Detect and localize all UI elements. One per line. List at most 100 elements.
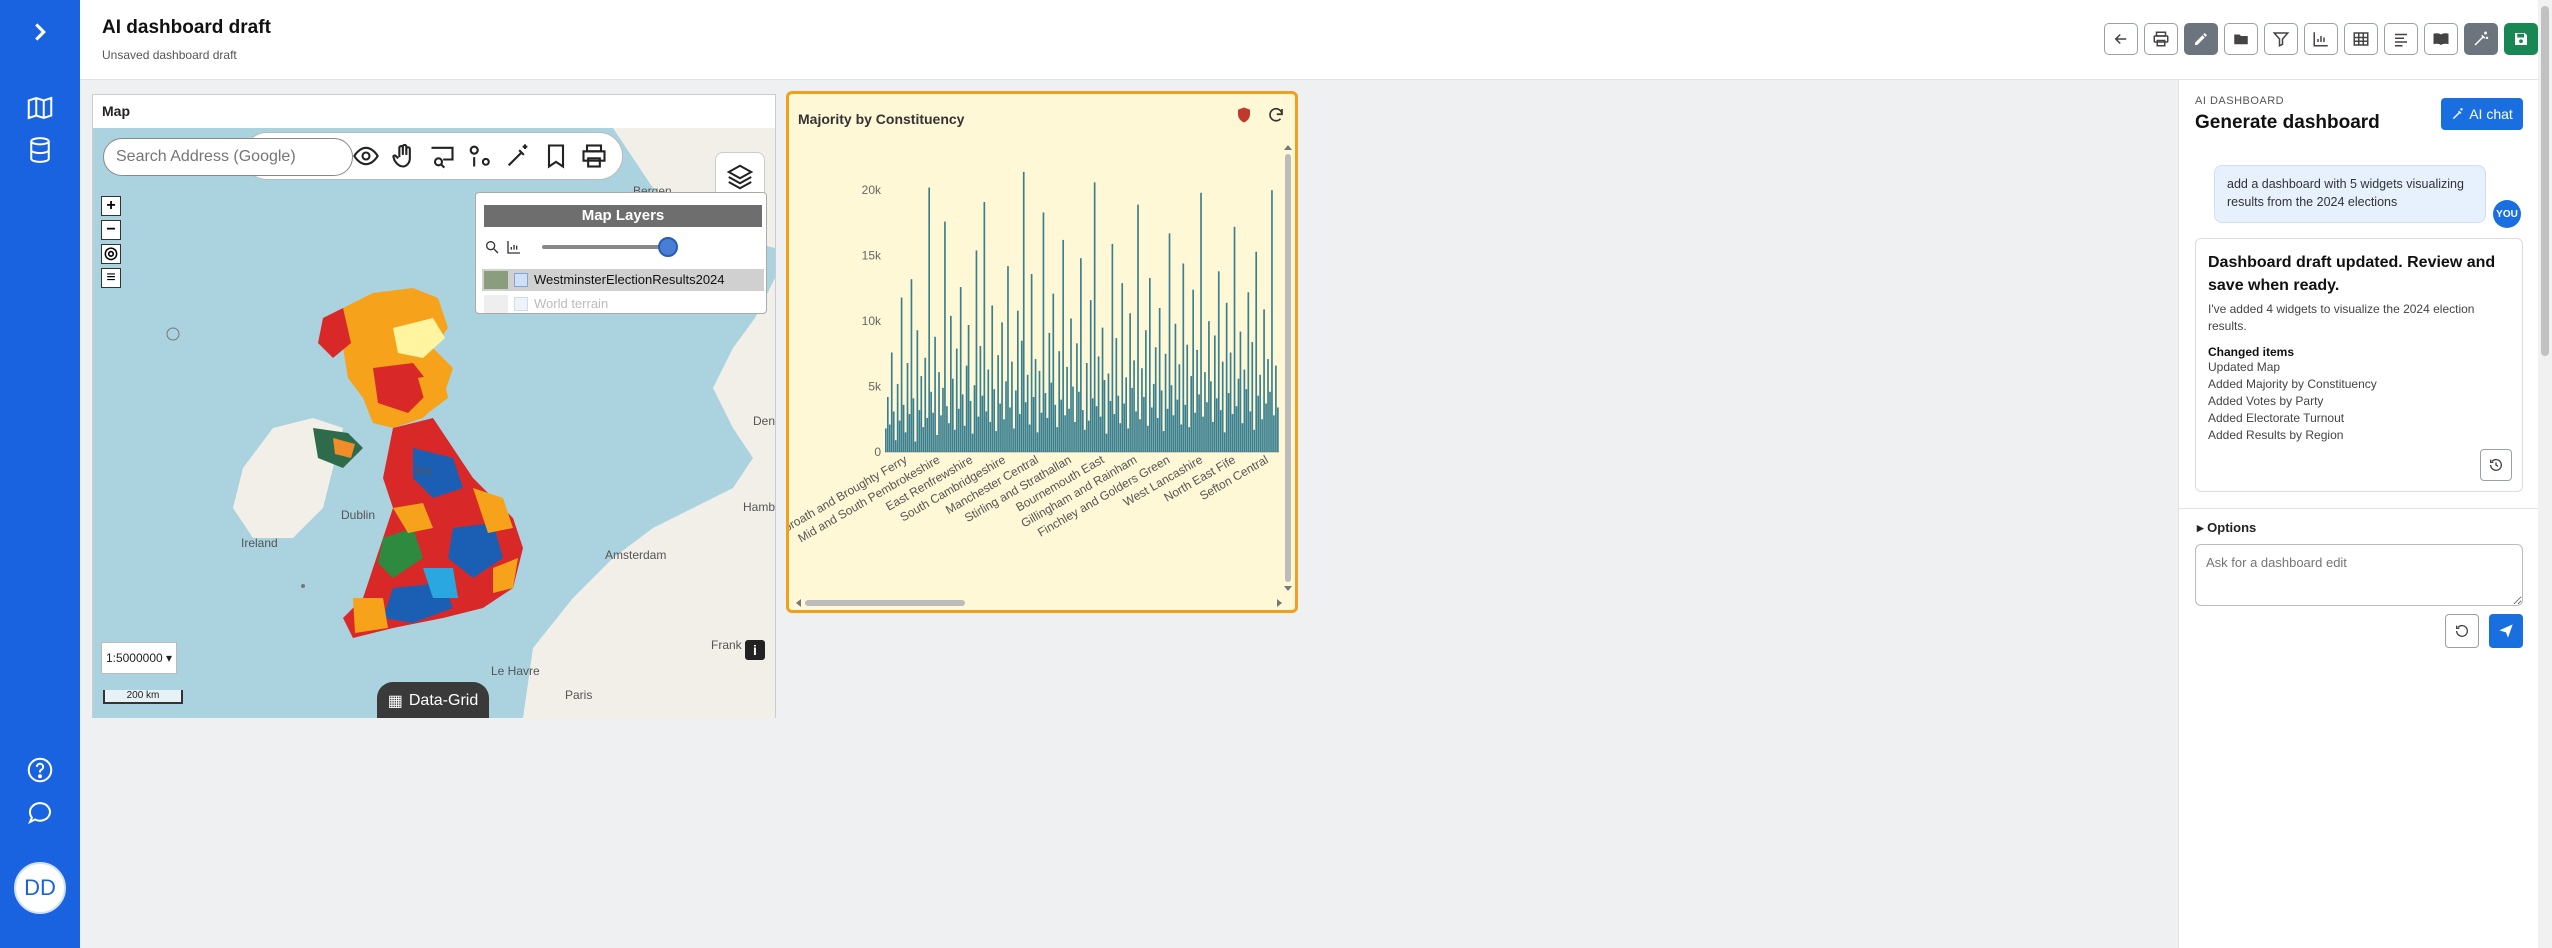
chart-bar[interactable] xyxy=(1044,393,1047,452)
chart-bar[interactable] xyxy=(1145,330,1147,452)
chart-bar[interactable] xyxy=(989,421,992,452)
chart-bar[interactable] xyxy=(1259,374,1261,452)
chart-bar[interactable] xyxy=(914,441,917,452)
chart-bar[interactable] xyxy=(1148,277,1151,452)
chart-bar[interactable] xyxy=(900,297,903,452)
chart-bar[interactable] xyxy=(1123,403,1126,452)
eye-icon[interactable] xyxy=(352,142,380,170)
chart-bar[interactable] xyxy=(910,279,913,452)
route-pin-icon[interactable] xyxy=(466,142,494,170)
chart-bar[interactable] xyxy=(1253,429,1256,452)
opacity-slider[interactable] xyxy=(542,245,668,249)
chart-bar[interactable] xyxy=(993,389,996,452)
ai-wand-button[interactable] xyxy=(2464,23,2498,55)
data-grid-button[interactable]: ▦ Data-Grid xyxy=(377,682,489,718)
chart-bar[interactable] xyxy=(936,434,938,452)
layer-row[interactable]: World terrain xyxy=(482,293,764,315)
chart-bar[interactable] xyxy=(1277,407,1279,452)
page-scrollbar[interactable] xyxy=(2538,0,2552,948)
chart-bar[interactable] xyxy=(1113,414,1116,452)
chart-bar[interactable] xyxy=(934,336,936,452)
chart-bar[interactable] xyxy=(1020,340,1023,452)
chart-bar[interactable] xyxy=(1261,419,1263,452)
chart-bar[interactable] xyxy=(1271,190,1273,452)
chart-bar[interactable] xyxy=(1215,398,1218,452)
chart-bar[interactable] xyxy=(979,345,982,452)
chart-bar[interactable] xyxy=(1225,302,1228,452)
chart-bar[interactable] xyxy=(1192,289,1194,452)
chart-bar[interactable] xyxy=(1129,313,1131,452)
chart-bar[interactable] xyxy=(1141,368,1143,452)
chart-bar[interactable] xyxy=(890,352,893,452)
info-button[interactable]: i xyxy=(745,640,765,660)
revert-button[interactable] xyxy=(2480,449,2512,481)
chart-bar[interactable] xyxy=(1107,373,1110,452)
chart-bar[interactable] xyxy=(1056,427,1059,452)
chart-bar[interactable] xyxy=(1119,423,1122,452)
chart-bar[interactable] xyxy=(1204,372,1206,452)
chart-bar[interactable] xyxy=(1105,433,1108,452)
chart-bar[interactable] xyxy=(1190,376,1193,452)
chart-bar[interactable] xyxy=(1007,266,1009,452)
chart-bar[interactable] xyxy=(908,414,911,452)
chart-bar[interactable] xyxy=(924,357,927,452)
chart-bar[interactable] xyxy=(959,287,962,452)
chart-bar[interactable] xyxy=(1170,385,1173,452)
chart-bar[interactable] xyxy=(1217,271,1220,452)
chart-bar[interactable] xyxy=(1030,273,1033,452)
chart-bar[interactable] xyxy=(1269,391,1271,452)
zoom-in-button[interactable]: + xyxy=(101,196,121,216)
chart-bar[interactable] xyxy=(1206,402,1208,452)
back-button[interactable] xyxy=(2104,23,2138,55)
chart-bar[interactable] xyxy=(983,201,986,452)
chart-bar[interactable] xyxy=(1001,322,1003,452)
chart-bar[interactable] xyxy=(1233,226,1236,452)
reset-chat-button[interactable] xyxy=(2445,614,2479,648)
chart-bar[interactable] xyxy=(1135,411,1137,452)
chart-bar[interactable] xyxy=(1166,408,1169,452)
chart-bar[interactable] xyxy=(1182,263,1185,452)
chart-bar[interactable] xyxy=(892,411,895,452)
chart-bar[interactable] xyxy=(926,417,929,452)
chart-bar[interactable] xyxy=(1080,258,1082,452)
chart-widget[interactable]: Majority by Constituency 0 5k 10k 15k 20k Arb… xyxy=(786,91,1298,613)
chart-bar[interactable] xyxy=(1087,420,1090,452)
expand-chevron-icon[interactable] xyxy=(20,12,60,52)
chart-bar[interactable] xyxy=(918,410,921,452)
chart-bar[interactable] xyxy=(1074,421,1076,452)
chart-bar[interactable] xyxy=(1066,366,1068,452)
chart-bar[interactable] xyxy=(1180,424,1183,452)
send-button[interactable] xyxy=(2489,614,2523,648)
chart-bar[interactable] xyxy=(1099,416,1102,452)
chart-bar[interactable] xyxy=(1103,380,1106,452)
chart-bar[interactable] xyxy=(1160,390,1163,452)
chart-bar[interactable] xyxy=(885,428,887,452)
chart-bar[interactable] xyxy=(938,372,940,452)
chart-bar[interactable] xyxy=(1013,428,1015,452)
chart-bar[interactable] xyxy=(955,348,958,452)
chart-bar[interactable] xyxy=(1133,360,1135,452)
chart-bar[interactable] xyxy=(999,403,1001,452)
chart-bar[interactable] xyxy=(896,383,899,452)
chart-bar[interactable] xyxy=(1131,387,1133,452)
chart-bar[interactable] xyxy=(961,394,964,452)
search-layer-icon[interactable] xyxy=(428,142,456,170)
chart-bar[interactable] xyxy=(957,408,960,452)
chart-bar[interactable] xyxy=(1273,415,1275,452)
print-button[interactable] xyxy=(2144,23,2178,55)
chart-bar[interactable] xyxy=(951,378,954,452)
chart-bar[interactable] xyxy=(1070,318,1072,452)
map-widget[interactable]: Map Bergen Dublin Ireland Amsterdam Le H… xyxy=(92,94,776,718)
chart-bar[interactable] xyxy=(995,431,997,452)
chart-bar[interactable] xyxy=(1186,344,1189,452)
chart-bar[interactable] xyxy=(1158,308,1161,452)
chart-bar[interactable] xyxy=(1194,412,1196,452)
chart-bar[interactable] xyxy=(1162,431,1165,452)
chart-bar[interactable] xyxy=(1210,381,1212,452)
chart-button[interactable] xyxy=(2304,23,2338,55)
chart-bar[interactable] xyxy=(1032,397,1035,452)
chart-bar[interactable] xyxy=(1048,332,1051,452)
chart-bar[interactable] xyxy=(1267,359,1269,452)
book-button[interactable] xyxy=(2424,23,2458,55)
chart-bar[interactable] xyxy=(1241,423,1244,452)
